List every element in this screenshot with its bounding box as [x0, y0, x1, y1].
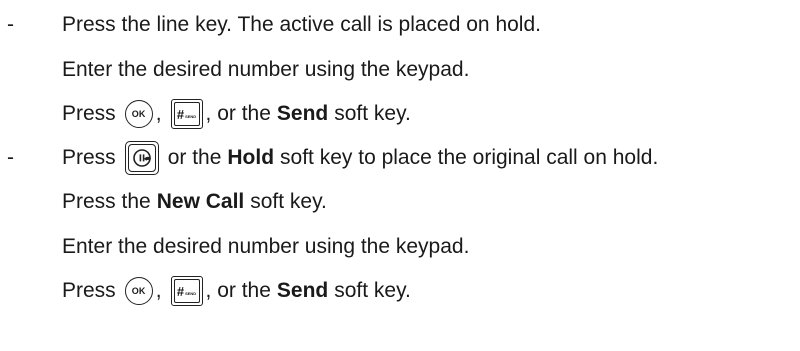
send-key-inner: # SEND: [173, 279, 200, 303]
bullet-dash: -: [7, 13, 14, 36]
send-key-icon: # SEND: [170, 276, 203, 306]
or-the-text: or the: [167, 146, 222, 169]
step-1-text: Press the line key. The active call is p…: [62, 13, 541, 36]
comma: ,: [155, 279, 162, 302]
send-key-icon: # SEND: [170, 99, 203, 129]
ok-key-label: OK: [131, 109, 146, 119]
step-2-text: Press or the Hold soft key to place the …: [62, 141, 658, 175]
step-1-sub-1-text: Enter the desired number using the keypa…: [62, 58, 470, 81]
ok-key-icon: OK: [124, 100, 153, 128]
step-2-sub-1-text: Press the New Call soft key.: [62, 190, 327, 214]
step-1-sub-2-text: Press OK , # SEND , or the Send soft key…: [62, 99, 411, 129]
hold-handset-icon: [132, 149, 151, 167]
press-word: Press: [62, 146, 116, 169]
press-the-text: Press the: [62, 190, 151, 213]
step-1-sub-2: Press OK , # SEND , or the Send soft key…: [0, 97, 800, 131]
send-key-inner: # SEND: [173, 102, 200, 126]
send-key-hash: #: [176, 283, 185, 299]
instruction-document: - Press the line key. The active call is…: [0, 0, 800, 351]
send-key-label: SEND: [185, 113, 197, 119]
send-soft-key-name: Send: [276, 102, 329, 125]
hold-suffix-text: soft key to place the original call on h…: [280, 146, 659, 169]
ok-key-label: OK: [131, 286, 146, 296]
step-2-sub-3-text: Press OK , # SEND , or the Send soft key…: [62, 276, 411, 306]
hold-soft-key-name: Hold: [227, 146, 275, 169]
step-2: - Press or the Hold soft key to place th…: [0, 141, 800, 175]
send-soft-key-name: Send: [276, 279, 329, 302]
comma: ,: [155, 102, 162, 125]
step-2-sub-1: Press the New Call soft key.: [0, 185, 800, 219]
bullet-dash: -: [7, 146, 14, 169]
press-word: Press: [62, 102, 116, 125]
new-call-soft-key-name: New Call: [156, 190, 245, 213]
step-2-sub-3: Press OK , # SEND , or the Send soft key…: [0, 274, 800, 308]
send-key-label: SEND: [185, 290, 197, 296]
step-1-sub-1: Enter the desired number using the keypa…: [0, 53, 800, 87]
hold-key-icon: [124, 141, 159, 175]
or-the-text: , or the: [205, 102, 271, 125]
step-1: - Press the line key. The active call is…: [0, 8, 800, 42]
press-word: Press: [62, 279, 116, 302]
step-2-sub-2: Enter the desired number using the keypa…: [0, 230, 800, 264]
send-key-hash: #: [176, 106, 185, 122]
or-the-text: , or the: [205, 279, 271, 302]
soft-key-text: soft key.: [334, 279, 411, 302]
ok-key-icon: OK: [124, 277, 153, 305]
step-2-sub-2-text: Enter the desired number using the keypa…: [62, 235, 470, 258]
soft-key-text: soft key.: [334, 102, 411, 125]
soft-key-text: soft key.: [250, 190, 327, 213]
